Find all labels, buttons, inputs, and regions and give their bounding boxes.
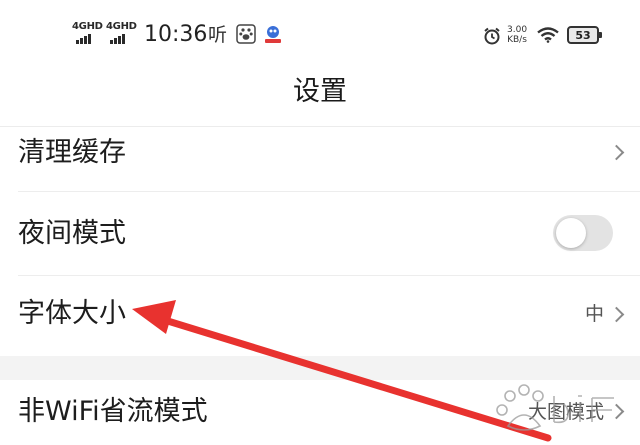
setting-label: 字体大小 (18, 298, 126, 329)
setting-clear-cache[interactable]: 清理缓存 (0, 127, 640, 191)
wifi-icon (537, 27, 559, 43)
chevron-right-icon (608, 306, 625, 323)
network-speed: 3.00 KB/s (507, 25, 527, 45)
signal-icon (76, 33, 91, 44)
sim2-signal: 4GHD (106, 22, 137, 44)
battery-level: 53 (575, 28, 591, 42)
font-size-value: 中 (584, 303, 604, 325)
chevron-right-icon (608, 144, 625, 161)
network-type-label: 4GHD (72, 21, 103, 32)
setting-label: 非WiFi省流模式 (18, 396, 208, 427)
setting-night-mode: 夜间模式 (0, 192, 640, 275)
setting-label: 清理缓存 (18, 137, 126, 168)
speed-value: 3.00 (507, 25, 528, 35)
battery-icon: 53 (567, 26, 602, 44)
night-mode-toggle[interactable] (553, 215, 613, 251)
setting-font-size[interactable]: 字体大小 中 (0, 276, 640, 356)
toggle-knob (556, 218, 586, 248)
baidu-watermark-logo (496, 384, 614, 431)
app-badge-icon (265, 26, 281, 43)
status-bar: 4GHD 4GHD 10:36 听 3.00 KB/s 53 (0, 0, 640, 62)
paw-icon (236, 24, 256, 44)
page-title: 设置 (293, 76, 347, 107)
signal-icon (110, 33, 125, 44)
sim1-signal: 4GHD (72, 22, 103, 44)
setting-label: 夜间模式 (18, 218, 126, 249)
alarm-icon (484, 27, 500, 45)
network-type-label: 4GHD (106, 21, 137, 32)
listen-icon: 听 (208, 24, 228, 46)
speed-unit: KB/s (507, 35, 527, 45)
clock: 10:36 (144, 22, 208, 47)
